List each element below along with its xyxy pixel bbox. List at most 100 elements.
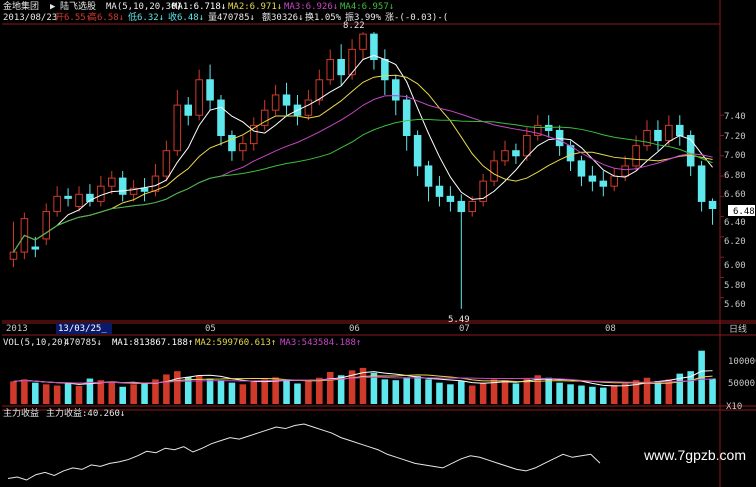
ma10-line <box>13 74 713 253</box>
volume-bar <box>447 384 454 404</box>
candle-body <box>402 99 411 137</box>
volume-bar <box>21 379 28 404</box>
indicator-name[interactable]: 陆飞选股 <box>60 0 96 12</box>
volume-bar <box>501 380 509 404</box>
volume-bar <box>250 381 258 404</box>
ma4-value: MA4:6.957↓ <box>340 2 394 12</box>
volume-bar <box>261 379 268 404</box>
date-cursor: 13/03/25_ <box>58 324 107 334</box>
volume-bar <box>512 383 520 404</box>
candle-body <box>675 124 684 137</box>
volume-bar <box>414 376 421 404</box>
candle-body <box>381 58 389 81</box>
volume-bar <box>206 378 214 404</box>
candle-body <box>64 195 72 199</box>
peak-label: 8.22 <box>343 21 365 31</box>
price-tick: 6.20 <box>724 237 746 247</box>
candle-body <box>544 124 553 131</box>
date-label: 08 <box>605 324 616 334</box>
ma2-value: MA2:6.971↓ <box>228 2 282 12</box>
stock-name: 金地集团 <box>3 0 39 12</box>
volume-bar <box>53 385 61 404</box>
volume-bar <box>130 384 137 404</box>
volume-bar <box>392 380 400 404</box>
volume-bar <box>163 374 170 404</box>
candle-body <box>195 79 203 116</box>
candle-body <box>391 79 400 101</box>
volume-bar <box>654 381 662 404</box>
candle-body <box>282 94 291 106</box>
volume-tick: 100000 <box>728 357 756 367</box>
volume-bar <box>545 377 552 404</box>
volume-tick: X10 <box>726 402 742 412</box>
price-tick: 7.20 <box>724 132 746 142</box>
volume-bar <box>108 381 116 404</box>
candle-body <box>9 251 18 260</box>
candle-body <box>665 124 673 142</box>
info-low: 低6.32↓ <box>128 11 164 23</box>
volume-bar <box>326 372 334 404</box>
watermark: www.7gpzb.com <box>644 447 746 463</box>
volume-bar <box>283 380 290 404</box>
volume-ma2: MA2:599760.613↑ <box>195 338 276 348</box>
date-label: 06 <box>349 324 360 334</box>
volume-bar <box>600 387 607 404</box>
info-close: 收6.48↓ <box>168 11 204 23</box>
volume-bar <box>75 385 83 404</box>
candle-body <box>501 150 509 162</box>
candle-body <box>610 175 619 187</box>
candle-body <box>577 160 586 177</box>
info-change: 涨-(-0.03)-( <box>385 12 448 23</box>
volume-bar <box>523 378 531 404</box>
volume-bar <box>468 385 476 404</box>
candle-body <box>118 177 127 195</box>
volume-bar <box>294 383 301 404</box>
ma3-value: MA3:6.926↓ <box>284 2 338 12</box>
candle-body <box>217 99 225 137</box>
candle-body <box>75 193 83 207</box>
volume-bar <box>381 379 389 404</box>
candle-body <box>643 129 651 147</box>
volume-bar <box>228 382 236 404</box>
volume-bar <box>425 379 432 404</box>
price-tick: 6.00 <box>724 261 746 271</box>
date-label: 2013 <box>6 324 28 334</box>
volume-bar <box>141 383 148 404</box>
info-high: 高6.58↓ <box>88 11 124 23</box>
candle-body <box>304 99 313 116</box>
volume-bar <box>403 377 410 404</box>
volume-bar <box>556 382 563 404</box>
price-tick: 7.40 <box>724 112 746 122</box>
price-tick: 6.80 <box>724 171 746 181</box>
volume-bar <box>479 382 487 404</box>
volume-bar <box>610 385 618 404</box>
period-label[interactable]: 日线 <box>729 323 747 335</box>
candle-body <box>97 185 105 202</box>
candle-body <box>697 165 706 202</box>
indicator-title: 主力收益 <box>3 407 39 419</box>
candle-body <box>588 175 597 182</box>
volume-ma1: MA1:813867.188↑ <box>112 338 193 348</box>
volume-bar <box>42 384 50 404</box>
candle-body <box>555 129 564 147</box>
candle-body <box>107 177 116 187</box>
price-tick: 5.60 <box>724 300 746 310</box>
candle-body <box>523 135 531 157</box>
volume-bar <box>621 383 629 404</box>
candle-body <box>435 185 444 197</box>
ma30-line <box>13 118 713 253</box>
candle-body <box>206 79 214 101</box>
candle-body <box>621 165 629 177</box>
candle-body <box>654 129 662 142</box>
info-volume: 量470785↓ <box>208 12 255 23</box>
indicator-value: 主力收益:40.260↓ <box>46 407 125 419</box>
candle-body <box>326 58 335 81</box>
volume-value: 470785↓ <box>64 338 102 348</box>
candle-body <box>53 195 61 213</box>
volume-bar <box>239 384 247 404</box>
volume-tick: 50000 <box>728 379 755 389</box>
volume-ma3: MA3:543584.188↑ <box>280 338 361 348</box>
price-candles <box>9 32 717 309</box>
volume-bar <box>578 385 585 404</box>
volume-bar <box>217 380 225 404</box>
